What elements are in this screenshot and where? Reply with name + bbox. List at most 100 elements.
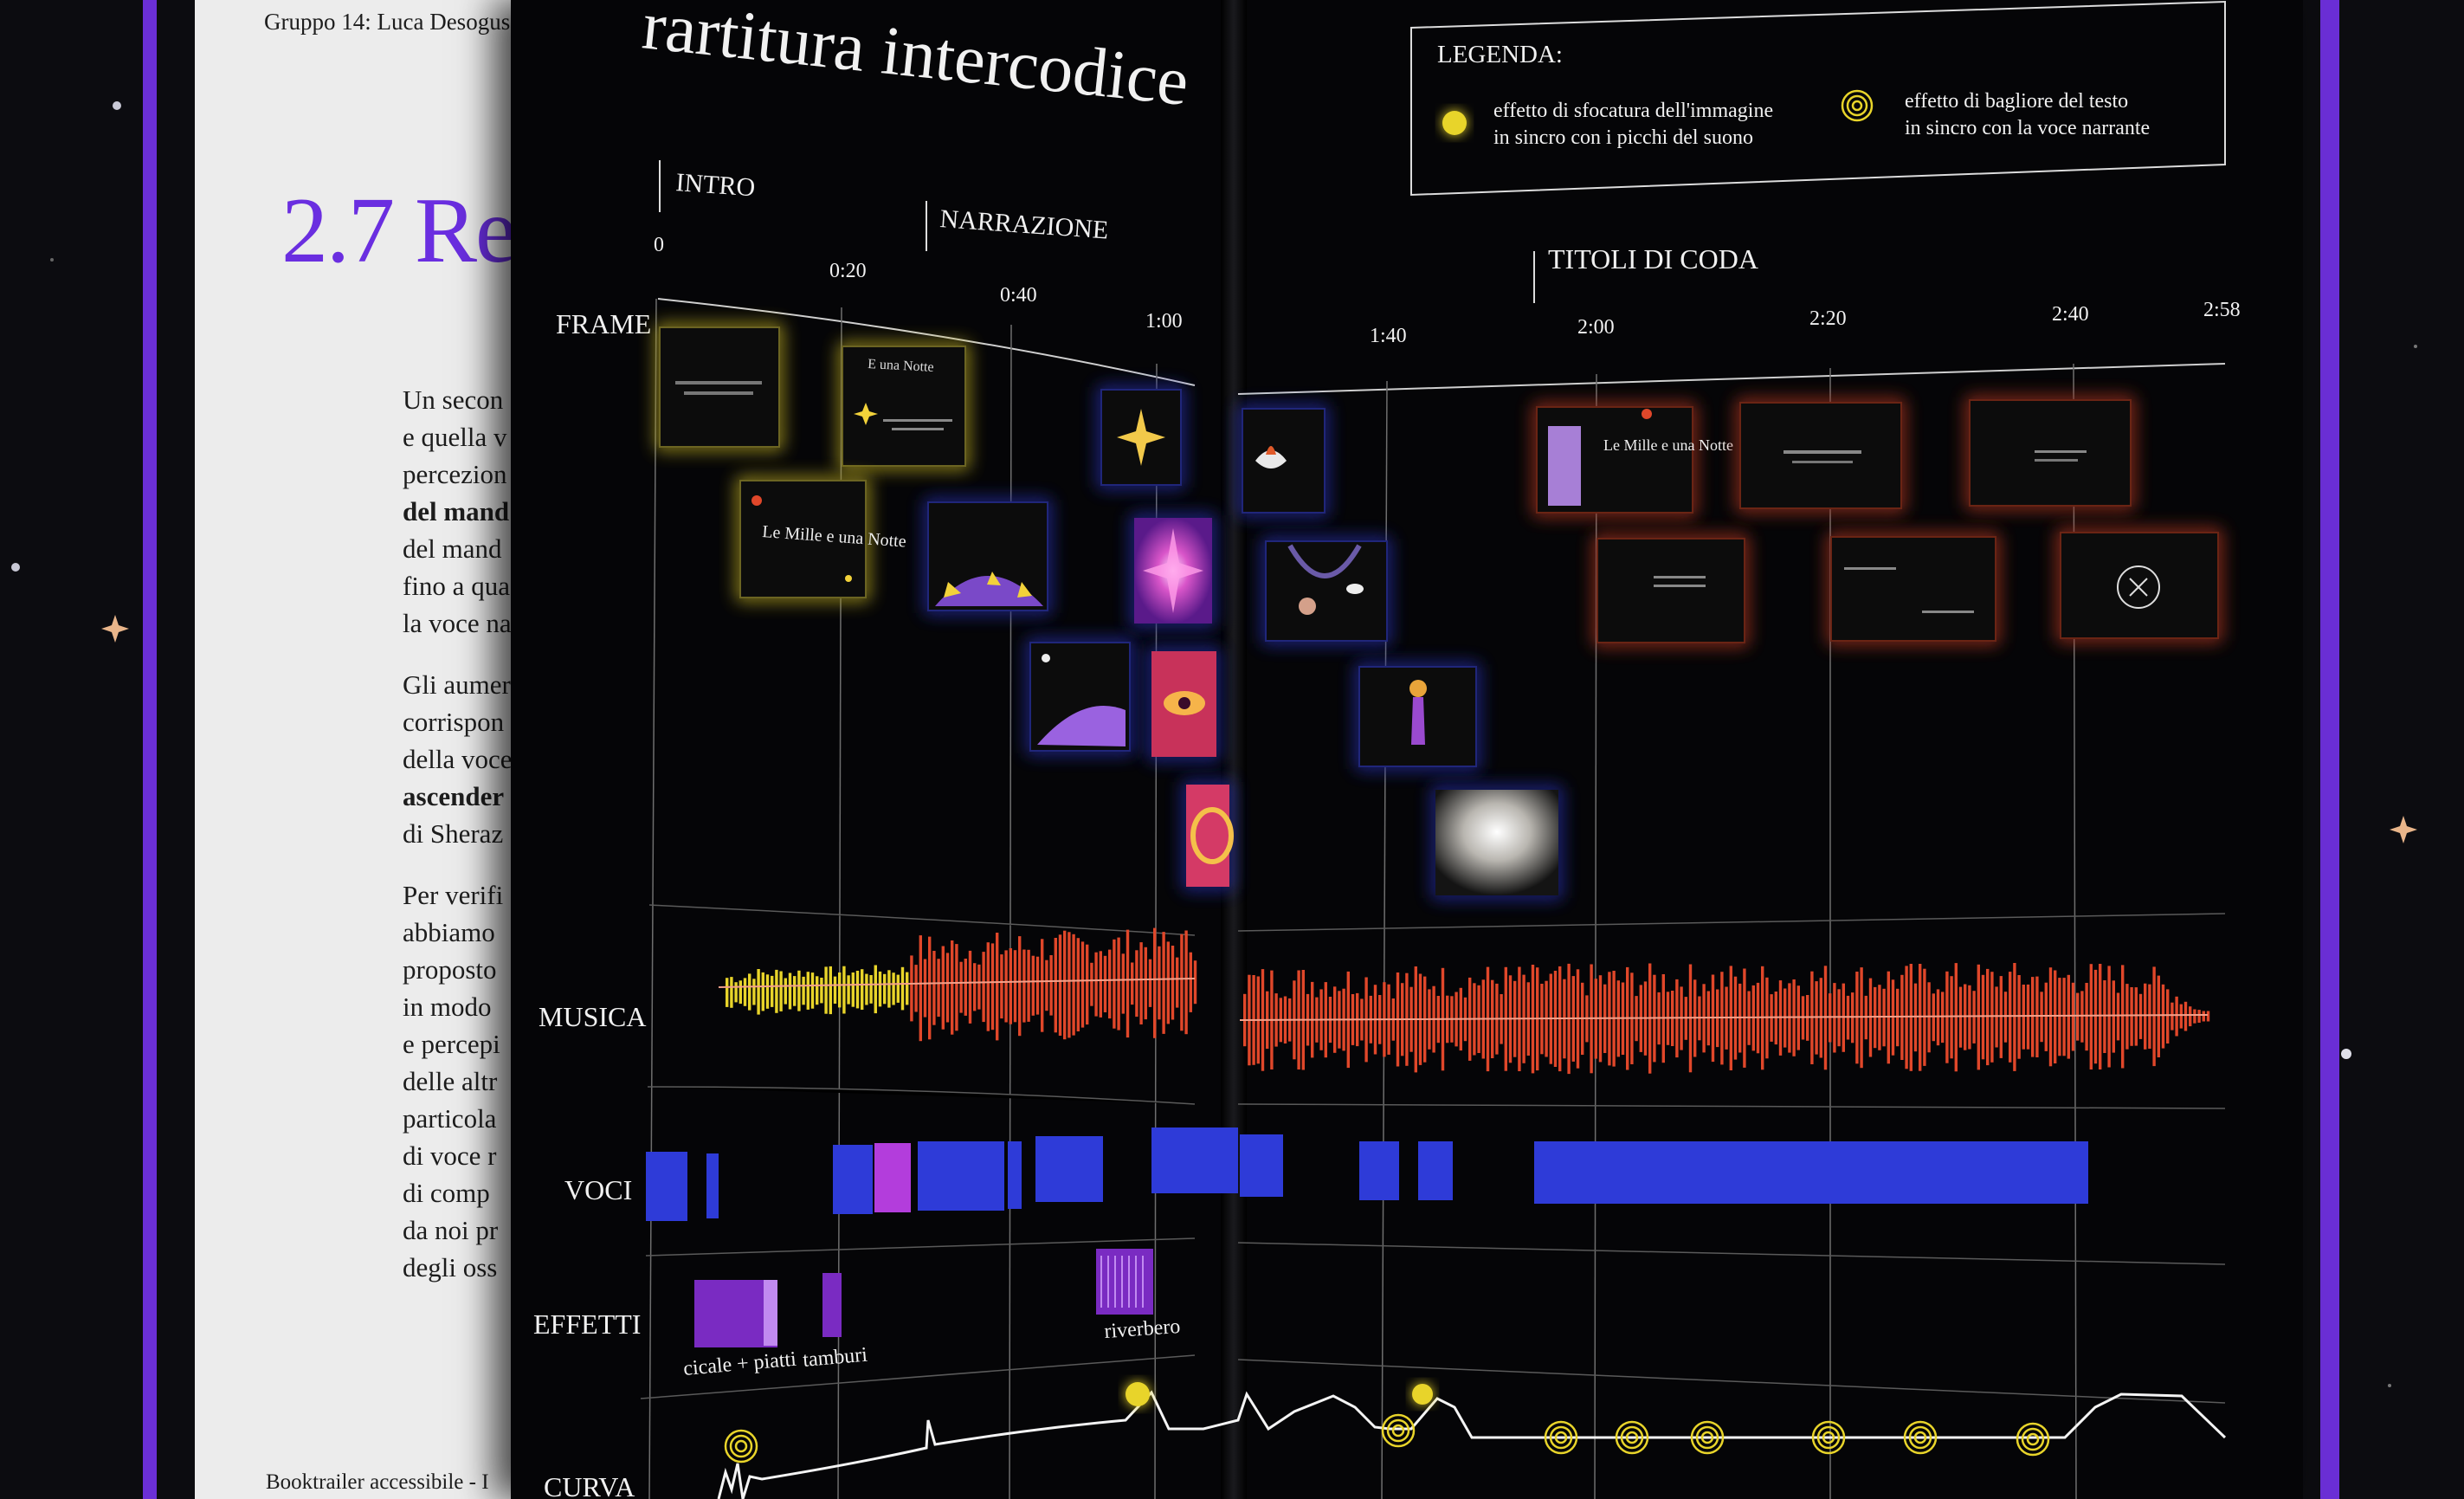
waveform-bar bbox=[2044, 982, 2048, 1051]
waveform-bar bbox=[964, 959, 967, 1016]
waveform-bar bbox=[1176, 957, 1179, 1008]
waveform-bar bbox=[765, 974, 770, 1009]
body-text-line: percezion bbox=[403, 459, 507, 489]
body-text-line: Gli aumer bbox=[403, 669, 511, 700]
waveform-bar bbox=[937, 959, 940, 1018]
open-spread: rartitura intercodice LEGENDA: effetto d… bbox=[511, 0, 2303, 1499]
waveform-bar bbox=[752, 979, 756, 1005]
legend-title: LEGENDA: bbox=[1437, 41, 1563, 68]
waveform-bar bbox=[2058, 978, 2061, 1056]
waveform-bar bbox=[883, 973, 887, 1005]
waveform-bar bbox=[2035, 976, 2039, 1057]
body-text-line: Un secon bbox=[403, 384, 504, 415]
waveform-bar bbox=[2152, 966, 2156, 1067]
waveform-bar bbox=[820, 978, 823, 1004]
waveform-bar bbox=[1990, 972, 1994, 1063]
body-text-line: abbiamo bbox=[403, 917, 495, 947]
row-label-voci: VOCI bbox=[564, 1174, 632, 1205]
frame-thumbnail bbox=[1435, 790, 1558, 895]
score-title: rartitura intercodice bbox=[639, 0, 1192, 120]
back-page: Gruppo 14: Luca Desogus, C 2.7 Rela Un s… bbox=[195, 0, 524, 1499]
waveform-bar bbox=[1068, 932, 1071, 1038]
waveform-bar bbox=[1950, 976, 1953, 1059]
waveform-bar bbox=[775, 969, 778, 1013]
voice-block bbox=[874, 1143, 911, 1212]
waveform-bar bbox=[1995, 986, 1998, 1048]
waveform-bar bbox=[1058, 934, 1062, 1036]
waveform-bar bbox=[900, 966, 905, 1011]
waveform-bar bbox=[1923, 968, 1926, 1066]
waveform-bar bbox=[2166, 989, 2170, 1043]
waveform-bar bbox=[2093, 969, 2098, 1064]
frame-thumbnails: E una Notte Le Mille e una Notte Le Mill… bbox=[657, 325, 2221, 898]
body-text-line: in modo bbox=[403, 992, 492, 1022]
effect-label: tamburi bbox=[802, 1344, 868, 1372]
waveform-bar bbox=[906, 972, 909, 1005]
waveform-bar bbox=[2193, 1009, 2196, 1024]
waveform-bar bbox=[784, 978, 787, 1005]
waveform-bar bbox=[2089, 964, 2093, 1069]
time-label-1-40: 1:40 bbox=[1370, 325, 1407, 347]
blur-peak-icon bbox=[1126, 1382, 1150, 1406]
waveform-bar bbox=[1027, 949, 1030, 1022]
voice-block bbox=[1240, 1134, 1283, 1197]
waveform-bar bbox=[757, 969, 760, 1015]
waveform-bar bbox=[788, 972, 792, 1010]
voice-block bbox=[1418, 1141, 1453, 1200]
waveform-bar bbox=[2206, 1011, 2210, 1022]
waveform-bar bbox=[1086, 944, 1089, 1025]
waveform-bar bbox=[955, 944, 958, 1031]
body-text-line: di Sheraz bbox=[403, 818, 504, 849]
waveform-bar bbox=[1103, 955, 1107, 1012]
legend-item-1-line-2: in sincro con i picchi del suono bbox=[1493, 126, 1753, 149]
waveform-bar bbox=[851, 972, 855, 1007]
waveform-bar bbox=[1041, 939, 1044, 1032]
waveform-bar bbox=[2085, 983, 2088, 1051]
waveform-bar bbox=[2161, 984, 2165, 1049]
time-label-2-40: 2:40 bbox=[2052, 303, 2089, 326]
intensity-curve bbox=[717, 1382, 2227, 1499]
waveform-bar bbox=[855, 971, 860, 1009]
body-text-line: e quella v bbox=[403, 422, 507, 452]
waveform-bar bbox=[951, 940, 954, 1035]
body-text: Un secon e quella v percezion del mand del m… bbox=[403, 381, 513, 1286]
waveform-bar bbox=[996, 933, 999, 1041]
waveform-bar bbox=[1009, 948, 1012, 1024]
waveform-bar bbox=[2121, 965, 2125, 1069]
waveform-bar bbox=[1072, 934, 1075, 1036]
chapter-title: 2.7 Rela bbox=[281, 179, 524, 282]
score-diagram: rartitura intercodice LEGENDA: effetto d… bbox=[533, 0, 2241, 1499]
waveform-bar bbox=[1099, 951, 1102, 1018]
waveform-bar bbox=[748, 973, 751, 1011]
waveform-bar bbox=[1999, 976, 2003, 1058]
waveform-bar bbox=[2138, 993, 2143, 1039]
page-footer: Booktrailer accessibile - I bbox=[266, 1470, 489, 1494]
effect-label: riverbero bbox=[1104, 1315, 1182, 1343]
voice-block bbox=[833, 1145, 873, 1214]
waveform-bar bbox=[878, 971, 882, 1007]
section-titoli-di-coda: TITOLI DI CODA bbox=[1548, 243, 1758, 275]
frame-caption: Le Mille e una Notte bbox=[1603, 436, 1733, 454]
waveform-bar bbox=[1126, 929, 1130, 1038]
waveform-bar bbox=[1108, 949, 1112, 1019]
waveform-bar bbox=[802, 976, 805, 1005]
waveform-bar bbox=[1113, 939, 1116, 1029]
waveform-bar bbox=[2197, 1010, 2201, 1023]
waveform-bar bbox=[824, 966, 828, 1014]
time-label-2-58: 2:58 bbox=[2203, 299, 2241, 321]
waveform-bar bbox=[806, 972, 810, 1010]
waveform-bar bbox=[1981, 974, 1985, 1060]
waveform-bar bbox=[2040, 992, 2043, 1043]
waveform-bar bbox=[1094, 952, 1098, 1017]
legend-item-1-line-1: effetto di sfocatura dell'immagine bbox=[1493, 100, 1773, 122]
waveform-bar bbox=[1153, 927, 1157, 1038]
page-header: Gruppo 14: Luca Desogus, C bbox=[264, 9, 524, 35]
waveform-bar bbox=[1045, 959, 1048, 1011]
waveform-bar bbox=[734, 982, 738, 1003]
waveform-bar bbox=[1972, 991, 1976, 1043]
waveform-bar bbox=[2103, 980, 2106, 1053]
waveform-bar bbox=[1054, 938, 1057, 1033]
waveform-bar bbox=[838, 972, 842, 1008]
body-text-line: la voce na bbox=[403, 608, 512, 638]
body-text-line: di voce r bbox=[403, 1140, 497, 1171]
